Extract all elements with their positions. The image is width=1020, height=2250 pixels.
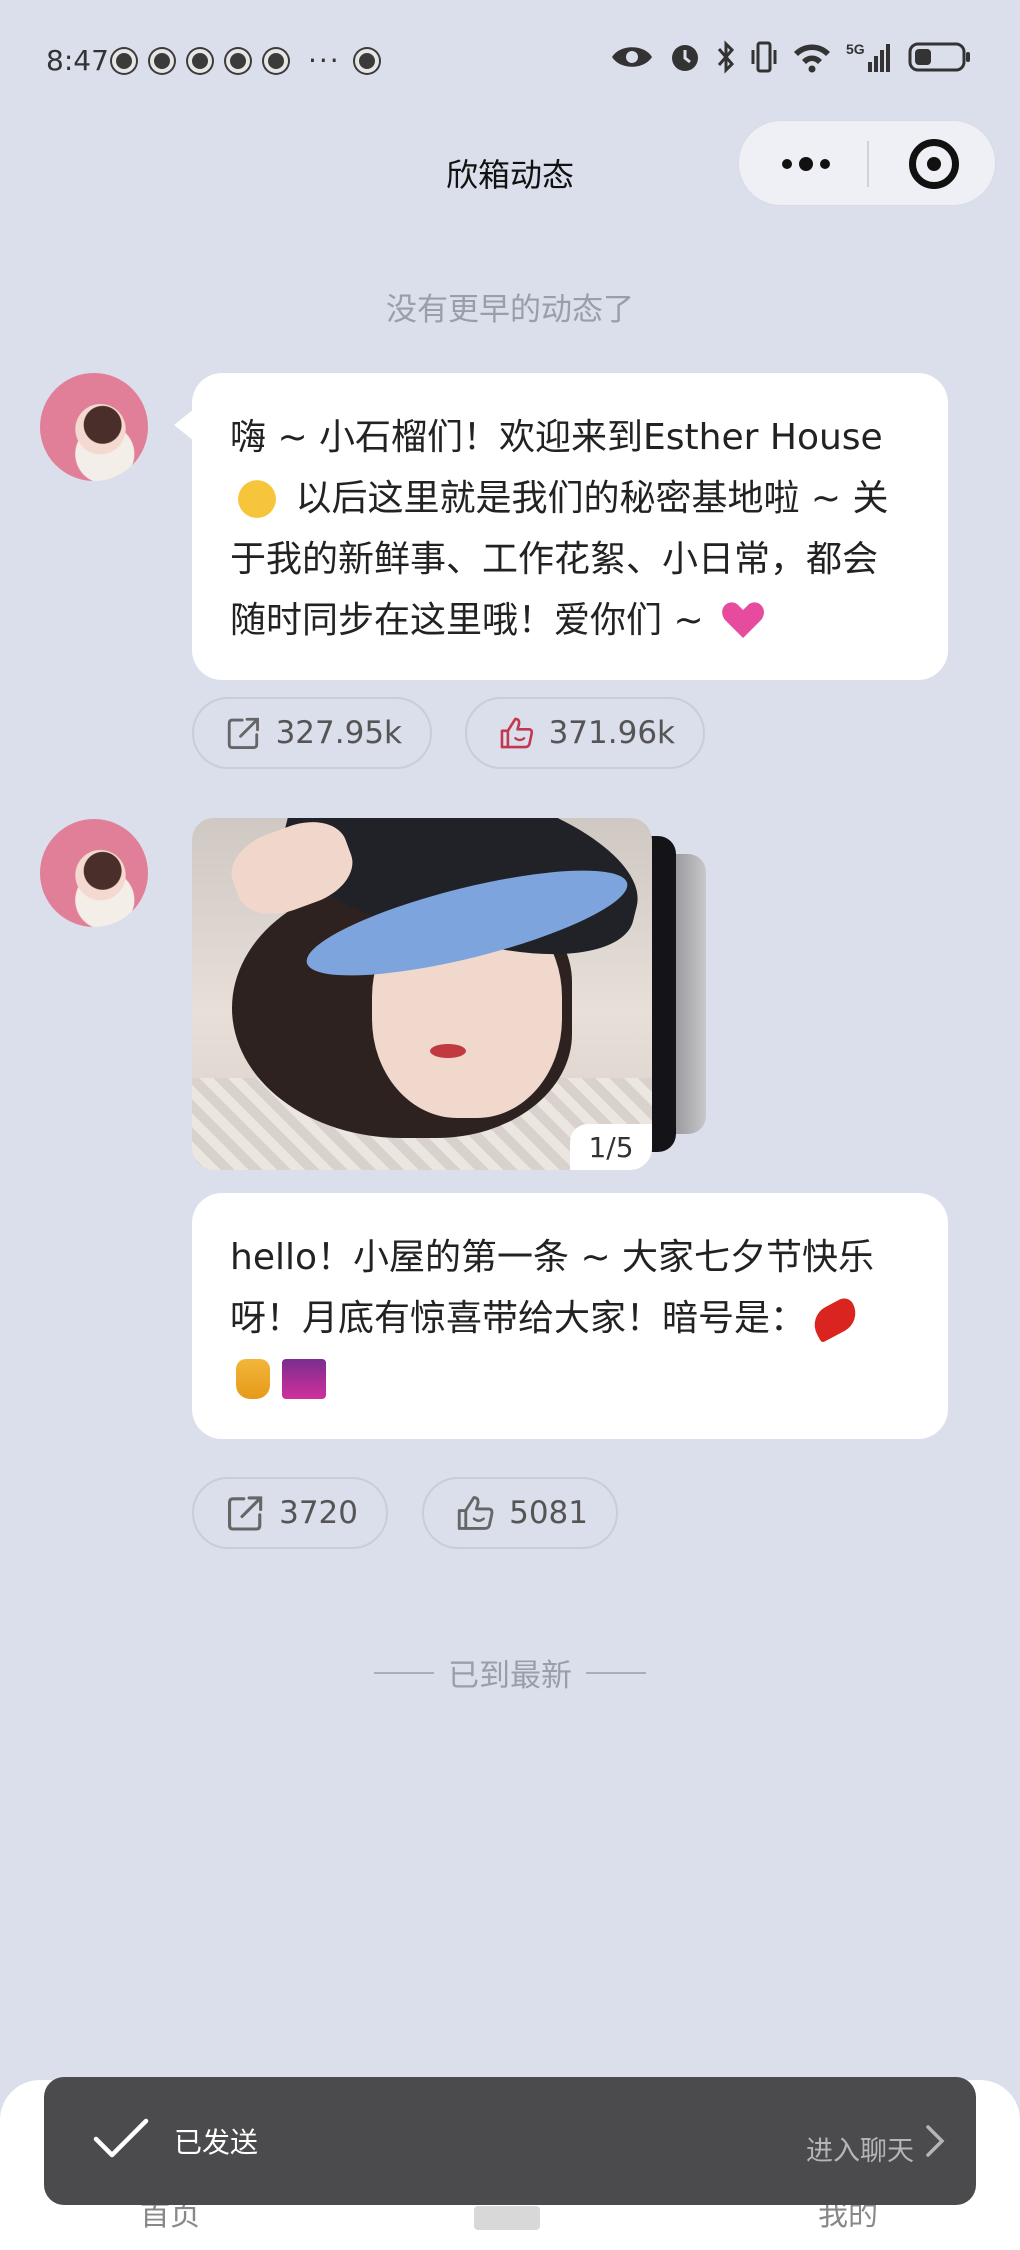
share-icon: [227, 717, 259, 749]
toast-message: 已发送: [174, 2126, 259, 2159]
thumbs-up-liked-icon: [500, 717, 534, 749]
signal-icon: 5G: [846, 41, 890, 72]
post-text: 以后这里就是我们的秘密基地啦 ~ 关于我的新鲜事、工作花絮、小日常，都会随时同步…: [230, 478, 889, 641]
checkmark-icon: [93, 2118, 149, 2158]
capsule-divider: [867, 141, 869, 187]
post-text: 嗨 ~ 小石榴们！欢迎来到Esther House: [230, 417, 883, 458]
home-indicator: [474, 2206, 540, 2230]
share-button[interactable]: 327.95k: [192, 697, 432, 769]
bluetooth-icon: [717, 40, 735, 74]
image-carousel[interactable]: 1/5: [192, 818, 712, 1170]
avatar[interactable]: [40, 373, 148, 481]
close-target-icon[interactable]: [909, 139, 959, 189]
latest-divider: 已到最新: [0, 1650, 1020, 1695]
share-button[interactable]: 3720: [192, 1477, 388, 1549]
like-button[interactable]: 371.96k: [465, 697, 705, 769]
chili-pepper-emoji-icon: [807, 1294, 863, 1344]
no-earlier-notice: 没有更早的动态了: [386, 292, 634, 328]
post-photo[interactable]: [192, 818, 652, 1170]
share-count: 3720: [279, 1495, 358, 1531]
svg-text:5G: 5G: [846, 41, 865, 57]
post-text: hello！小屋的第一条 ~ 大家七夕节快乐呀！月底有惊喜带给大家！暗号是：: [230, 1237, 875, 1339]
thumbs-up-icon: [457, 1496, 494, 1530]
vibrate-icon: [751, 41, 777, 73]
app-notification-icon: [150, 48, 174, 73]
app-notification-icon: [112, 48, 136, 73]
city-dusk-emoji-icon: [282, 1359, 326, 1399]
latest-notice: 已到最新: [448, 1658, 572, 1694]
divider-line: [374, 1671, 434, 1674]
image-counter: 1/5: [570, 1124, 652, 1170]
sparkling-heart-emoji-icon: [721, 600, 765, 640]
share-count: 327.95k: [275, 715, 402, 751]
party-face-emoji-icon: [236, 476, 278, 518]
notification-icons: ···: [112, 44, 379, 77]
enter-chat-link[interactable]: 进入聊天: [806, 2129, 914, 2168]
like-button[interactable]: 5081: [422, 1477, 618, 1549]
app-notification-icon: [188, 48, 212, 73]
eye-icon: [612, 47, 652, 67]
mini-program-capsule: [738, 120, 996, 206]
post-text-bubble[interactable]: 嗨 ~ 小石榴们！欢迎来到Esther House 以后这里就是我们的秘密基地啦…: [174, 373, 948, 680]
status-time: 8:47: [46, 44, 109, 77]
bubble-tail: [174, 409, 194, 441]
share-icon: [227, 1496, 263, 1531]
battery-icon: [908, 42, 970, 72]
wifi-icon: [794, 44, 830, 73]
system-icons: 5G: [610, 40, 972, 74]
status-bar: 8:47 ··· 5G: [0, 0, 1020, 120]
like-count: 371.96k: [548, 715, 675, 751]
avatar[interactable]: [40, 819, 148, 927]
more-notifications: ···: [308, 44, 341, 77]
honey-pot-emoji-icon: [236, 1359, 270, 1399]
like-count: 5081: [509, 1495, 588, 1531]
app-notification-icon: [226, 48, 250, 73]
alarm-icon: [672, 45, 698, 71]
chevron-right-icon[interactable]: [924, 2123, 946, 2159]
divider-line: [586, 1671, 646, 1674]
post-text-bubble[interactable]: hello！小屋的第一条 ~ 大家七夕节快乐呀！月底有惊喜带给大家！暗号是：: [192, 1193, 948, 1439]
sent-toast: 已发送 进入聊天: [44, 2077, 976, 2205]
app-notification-icon: [354, 48, 379, 73]
app-notification-icon: [264, 48, 288, 73]
more-icon[interactable]: [771, 147, 841, 181]
